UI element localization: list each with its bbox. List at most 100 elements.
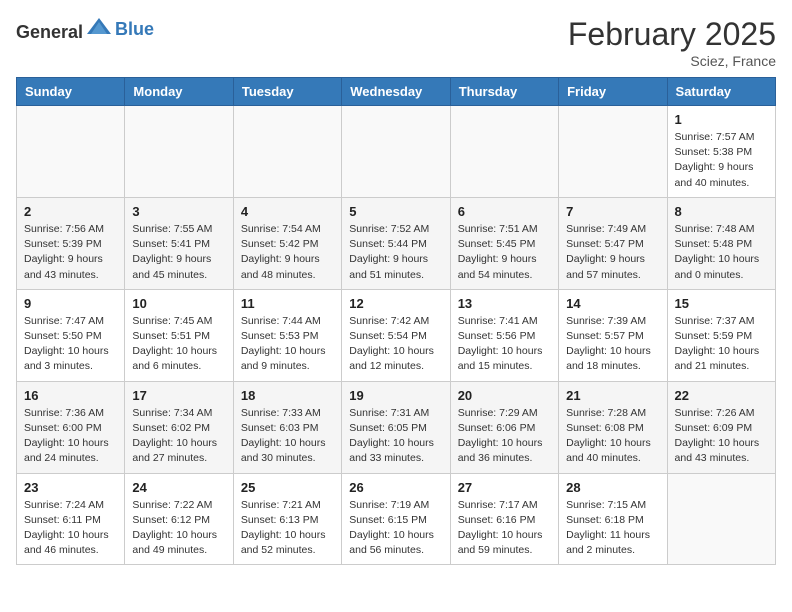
day-info: Sunrise: 7:56 AMSunset: 5:39 PMDaylight:…	[24, 222, 117, 283]
day-info: Sunrise: 7:42 AMSunset: 5:54 PMDaylight:…	[349, 314, 442, 375]
day-number: 5	[349, 204, 442, 219]
day-number: 1	[675, 112, 768, 127]
day-number: 6	[458, 204, 551, 219]
weekday-header-monday: Monday	[125, 78, 233, 106]
day-number: 16	[24, 388, 117, 403]
day-info: Sunrise: 7:22 AMSunset: 6:12 PMDaylight:…	[132, 498, 225, 559]
day-info: Sunrise: 7:34 AMSunset: 6:02 PMDaylight:…	[132, 406, 225, 467]
calendar-cell: 4Sunrise: 7:54 AMSunset: 5:42 PMDaylight…	[233, 197, 341, 289]
calendar-cell: 11 Sunrise: 7:44 AMSunset: 5:53 PMDayligh…	[233, 289, 341, 381]
day-info: Sunrise: 7:31 AMSunset: 6:05 PMDaylight:…	[349, 406, 442, 467]
day-number: 7	[566, 204, 659, 219]
calendar-cell	[342, 106, 450, 198]
calendar-cell: 7 Sunrise: 7:49 AMSunset: 5:47 PMDaylight…	[559, 197, 667, 289]
calendar-header-row: SundayMondayTuesdayWednesdayThursdayFrid…	[17, 78, 776, 106]
calendar-week-4: 16 Sunrise: 7:36 AMSunset: 6:00 PMDayligh…	[17, 381, 776, 473]
calendar-cell	[17, 106, 125, 198]
calendar-cell	[667, 473, 775, 565]
day-number: 19	[349, 388, 442, 403]
day-number: 9	[24, 296, 117, 311]
day-info: Sunrise: 7:37 AMSunset: 5:59 PMDaylight:…	[675, 314, 768, 375]
day-number: 2	[24, 204, 117, 219]
calendar-week-3: 9 Sunrise: 7:47 AMSunset: 5:50 PMDaylight…	[17, 289, 776, 381]
day-number: 24	[132, 480, 225, 495]
weekday-header-wednesday: Wednesday	[342, 78, 450, 106]
day-info: Sunrise: 7:15 AMSunset: 6:18 PMDaylight:…	[566, 498, 659, 559]
logo: General Blue	[16, 16, 154, 43]
day-info: Sunrise: 7:52 AMSunset: 5:44 PMDaylight:…	[349, 222, 442, 283]
weekday-header-friday: Friday	[559, 78, 667, 106]
calendar-cell: 3 Sunrise: 7:55 AMSunset: 5:41 PMDaylight…	[125, 197, 233, 289]
calendar-cell: 14 Sunrise: 7:39 AMSunset: 5:57 PMDayligh…	[559, 289, 667, 381]
calendar-cell: 19 Sunrise: 7:31 AMSunset: 6:05 PMDayligh…	[342, 381, 450, 473]
day-number: 20	[458, 388, 551, 403]
calendar-cell: 28 Sunrise: 7:15 AMSunset: 6:18 PMDayligh…	[559, 473, 667, 565]
calendar-cell: 12 Sunrise: 7:42 AMSunset: 5:54 PMDayligh…	[342, 289, 450, 381]
calendar-week-5: 23 Sunrise: 7:24 AMSunset: 6:11 PMDayligh…	[17, 473, 776, 565]
day-info: Sunrise: 7:29 AMSunset: 6:06 PMDaylight:…	[458, 406, 551, 467]
calendar-cell: 23 Sunrise: 7:24 AMSunset: 6:11 PMDayligh…	[17, 473, 125, 565]
day-info: Sunrise: 7:39 AMSunset: 5:57 PMDaylight:…	[566, 314, 659, 375]
logo-general: General	[16, 22, 83, 42]
day-info: Sunrise: 7:19 AMSunset: 6:15 PMDaylight:…	[349, 498, 442, 559]
calendar-cell: 17Sunrise: 7:34 AMSunset: 6:02 PMDayligh…	[125, 381, 233, 473]
day-info: Sunrise: 7:28 AMSunset: 6:08 PMDaylight:…	[566, 406, 659, 467]
day-number: 21	[566, 388, 659, 403]
calendar-cell: 22 Sunrise: 7:26 AMSunset: 6:09 PMDayligh…	[667, 381, 775, 473]
day-number: 13	[458, 296, 551, 311]
weekday-header-tuesday: Tuesday	[233, 78, 341, 106]
calendar-cell: 24 Sunrise: 7:22 AMSunset: 6:12 PMDayligh…	[125, 473, 233, 565]
calendar-cell: 15 Sunrise: 7:37 AMSunset: 5:59 PMDayligh…	[667, 289, 775, 381]
day-number: 10	[132, 296, 225, 311]
weekday-header-thursday: Thursday	[450, 78, 558, 106]
calendar-cell: 21 Sunrise: 7:28 AMSunset: 6:08 PMDayligh…	[559, 381, 667, 473]
calendar-cell: 26 Sunrise: 7:19 AMSunset: 6:15 PMDayligh…	[342, 473, 450, 565]
day-info: Sunrise: 7:57 AMSunset: 5:38 PMDaylight:…	[675, 130, 768, 191]
weekday-header-sunday: Sunday	[17, 78, 125, 106]
day-number: 22	[675, 388, 768, 403]
day-info: Sunrise: 7:49 AMSunset: 5:47 PMDaylight:…	[566, 222, 659, 283]
day-info: Sunrise: 7:55 AMSunset: 5:41 PMDaylight:…	[132, 222, 225, 283]
day-number: 11	[241, 296, 334, 311]
calendar-cell: 27 Sunrise: 7:17 AMSunset: 6:16 PMDayligh…	[450, 473, 558, 565]
calendar-cell: 20 Sunrise: 7:29 AMSunset: 6:06 PMDayligh…	[450, 381, 558, 473]
calendar-cell: 18Sunrise: 7:33 AMSunset: 6:03 PMDayligh…	[233, 381, 341, 473]
day-info: Sunrise: 7:45 AMSunset: 5:51 PMDaylight:…	[132, 314, 225, 375]
day-number: 3	[132, 204, 225, 219]
day-info: Sunrise: 7:26 AMSunset: 6:09 PMDaylight:…	[675, 406, 768, 467]
calendar-cell: 10 Sunrise: 7:45 AMSunset: 5:51 PMDayligh…	[125, 289, 233, 381]
calendar-cell	[450, 106, 558, 198]
calendar-table: SundayMondayTuesdayWednesdayThursdayFrid…	[16, 77, 776, 565]
day-info: Sunrise: 7:17 AMSunset: 6:16 PMDaylight:…	[458, 498, 551, 559]
day-info: Sunrise: 7:48 AMSunset: 5:48 PMDaylight:…	[675, 222, 768, 283]
calendar-cell	[559, 106, 667, 198]
day-number: 25	[241, 480, 334, 495]
day-info: Sunrise: 7:44 AMSunset: 5:53 PMDaylight:…	[241, 314, 334, 375]
day-number: 12	[349, 296, 442, 311]
day-number: 26	[349, 480, 442, 495]
calendar-cell: 16 Sunrise: 7:36 AMSunset: 6:00 PMDayligh…	[17, 381, 125, 473]
day-number: 18	[241, 388, 334, 403]
day-info: Sunrise: 7:36 AMSunset: 6:00 PMDaylight:…	[24, 406, 117, 467]
calendar-cell: 13 Sunrise: 7:41 AMSunset: 5:56 PMDayligh…	[450, 289, 558, 381]
calendar-week-1: 1 Sunrise: 7:57 AMSunset: 5:38 PMDaylight…	[17, 106, 776, 198]
day-number: 14	[566, 296, 659, 311]
calendar-cell: 1 Sunrise: 7:57 AMSunset: 5:38 PMDaylight…	[667, 106, 775, 198]
day-info: Sunrise: 7:24 AMSunset: 6:11 PMDaylight:…	[24, 498, 117, 559]
day-number: 4	[241, 204, 334, 219]
day-info: Sunrise: 7:21 AMSunset: 6:13 PMDaylight:…	[241, 498, 334, 559]
day-info: Sunrise: 7:51 AMSunset: 5:45 PMDaylight:…	[458, 222, 551, 283]
day-info: Sunrise: 7:41 AMSunset: 5:56 PMDaylight:…	[458, 314, 551, 375]
day-number: 27	[458, 480, 551, 495]
calendar-cell	[233, 106, 341, 198]
location-subtitle: Sciez, France	[568, 53, 776, 69]
calendar-cell: 9 Sunrise: 7:47 AMSunset: 5:50 PMDaylight…	[17, 289, 125, 381]
day-number: 28	[566, 480, 659, 495]
day-info: Sunrise: 7:47 AMSunset: 5:50 PMDaylight:…	[24, 314, 117, 375]
logo-blue: Blue	[115, 19, 154, 39]
day-number: 8	[675, 204, 768, 219]
calendar-cell: 6 Sunrise: 7:51 AMSunset: 5:45 PMDaylight…	[450, 197, 558, 289]
day-number: 15	[675, 296, 768, 311]
calendar-cell: 5 Sunrise: 7:52 AMSunset: 5:44 PMDaylight…	[342, 197, 450, 289]
day-number: 23	[24, 480, 117, 495]
